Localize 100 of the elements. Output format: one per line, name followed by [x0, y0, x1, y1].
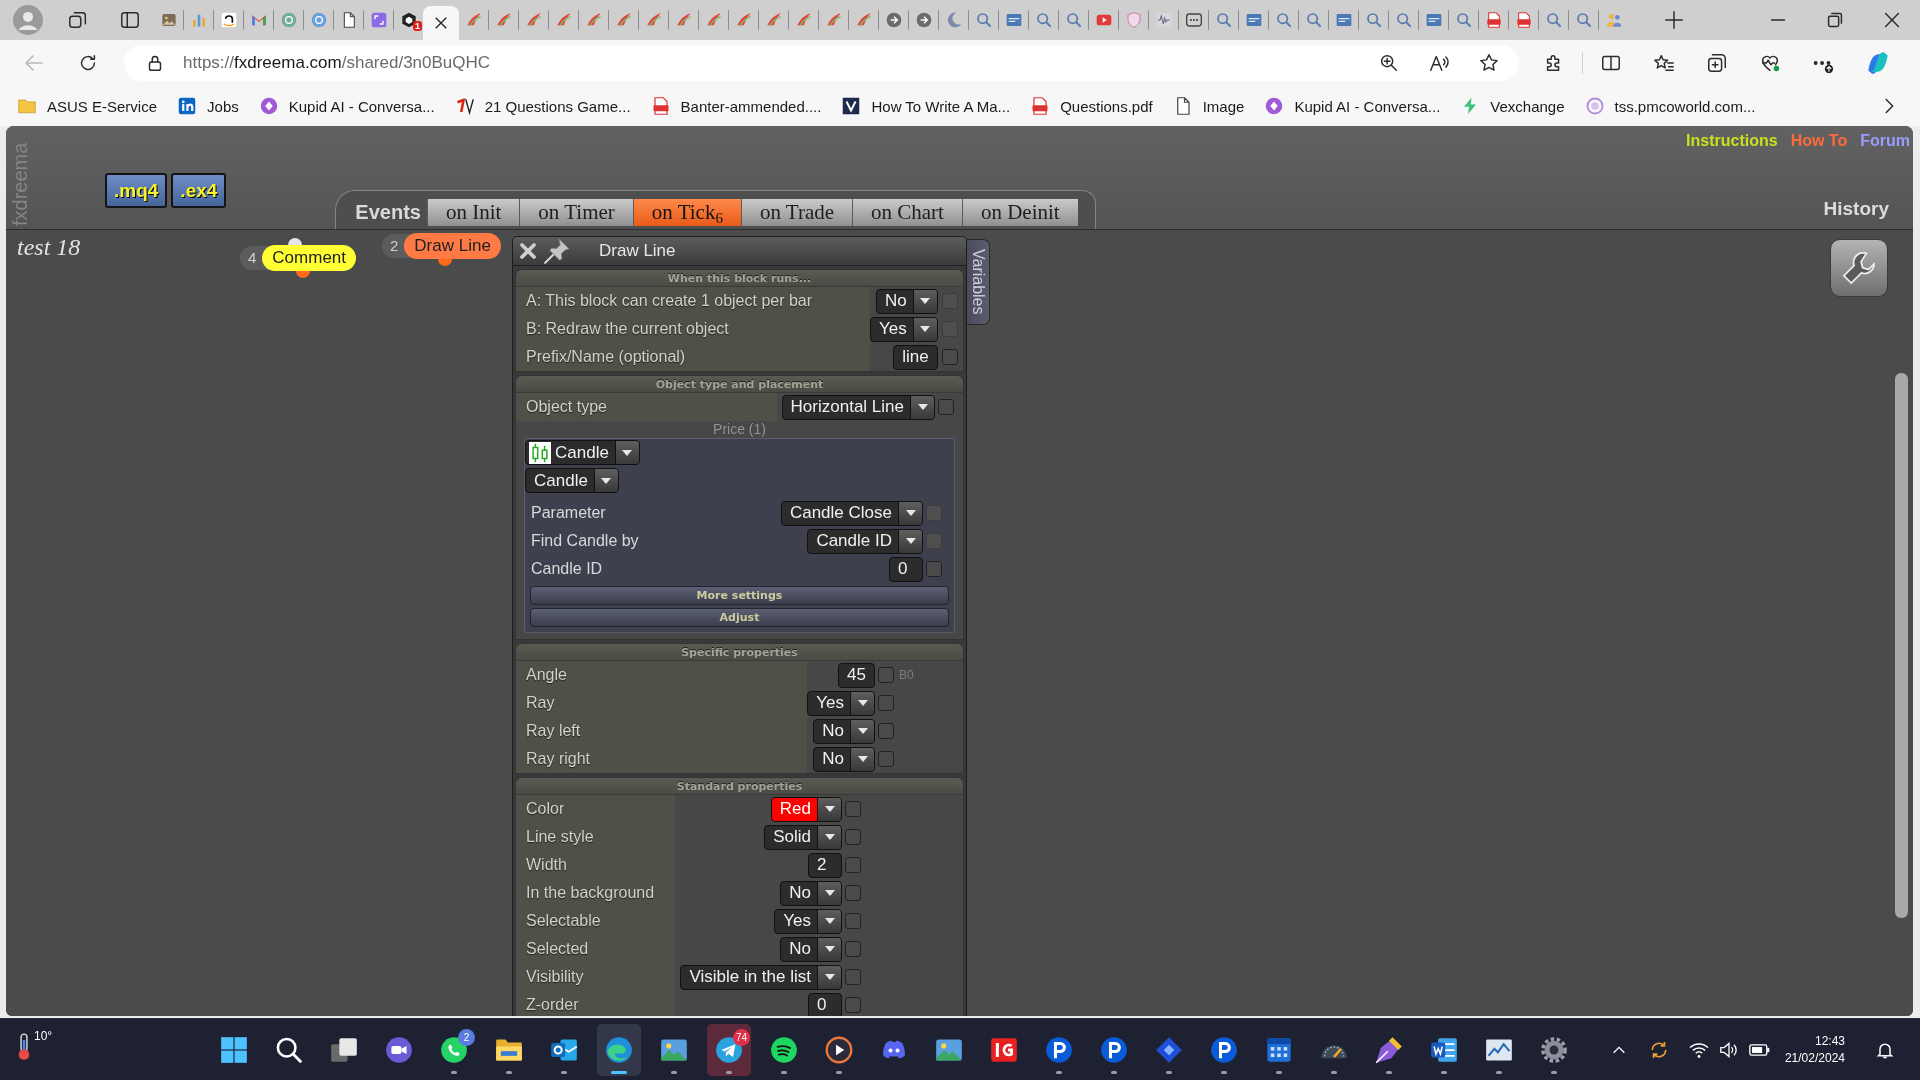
- expand-button[interactable]: Adjust: [530, 608, 949, 627]
- event-tab[interactable]: on Init: [426, 199, 520, 226]
- round-logo-icon[interactable]: [1210, 1035, 1238, 1064]
- clock-time[interactable]: 12:43: [1814, 1032, 1845, 1050]
- bookmark-link[interactable]: Questions.pdf: [1031, 97, 1153, 115]
- checkbox[interactable]: [878, 723, 894, 739]
- tile-logo-icon[interactable]: [990, 1035, 1018, 1064]
- output-connector-icon[interactable]: [296, 270, 310, 278]
- dropdown[interactable]: Yes: [870, 316, 938, 342]
- temperature-label[interactable]: 10°: [34, 1028, 53, 1043]
- bookmark-link[interactable]: ASUS E-Service: [18, 97, 158, 115]
- bookmark-link[interactable]: How To Write A Ma...: [842, 97, 1011, 115]
- text-field[interactable]: 2: [808, 852, 842, 878]
- browser-tab[interactable]: 1: [394, 4, 423, 36]
- bookmark-link[interactable]: Vexchange: [1461, 97, 1565, 115]
- round-logo-icon[interactable]: [1100, 1035, 1128, 1064]
- dropdown[interactable]: Candle Close: [780, 500, 923, 526]
- export-button[interactable]: .ex4: [171, 173, 227, 208]
- checkbox[interactable]: [941, 349, 958, 365]
- bookmark-link[interactable]: Jobs: [178, 97, 239, 115]
- round-logo-icon[interactable]: [1045, 1035, 1073, 1064]
- dropdown[interactable]: Yes: [774, 908, 842, 934]
- diamond-icon[interactable]: [1155, 1035, 1183, 1064]
- document-icon[interactable]: [1430, 1035, 1458, 1064]
- checkbox[interactable]: [845, 801, 861, 817]
- battery-icon[interactable]: [1748, 1041, 1771, 1058]
- flashing-app-tile[interactable]: 74: [707, 1023, 751, 1076]
- text-field[interactable]: 0: [889, 556, 923, 582]
- checkbox[interactable]: [845, 885, 861, 901]
- sparkle-logo-icon[interactable]: [1865, 50, 1891, 76]
- dropdown[interactable]: No: [780, 936, 842, 962]
- checkbox[interactable]: [845, 857, 861, 873]
- event-tab[interactable]: on Chart: [852, 199, 962, 226]
- scrollbar-thumb[interactable]: [1895, 373, 1908, 918]
- star-icon[interactable]: [1478, 52, 1500, 74]
- checkbox[interactable]: [845, 969, 861, 985]
- dropdown[interactable]: No: [876, 288, 938, 314]
- checkbox[interactable]: [845, 941, 861, 957]
- checkbox[interactable]: [926, 561, 942, 577]
- zoom-in-icon[interactable]: [1378, 52, 1400, 74]
- browser-icon[interactable]: [605, 1035, 633, 1064]
- tab-actions-icon[interactable]: [119, 9, 141, 31]
- dropdown[interactable]: No: [813, 718, 875, 744]
- chat-bubble-icon[interactable]: [440, 1035, 468, 1064]
- pen-icon[interactable]: [1375, 1035, 1403, 1064]
- dropdown[interactable]: Candle ID: [807, 528, 923, 554]
- bookmark-link[interactable]: 21 Questions Game...: [455, 97, 631, 115]
- checkbox[interactable]: [878, 667, 894, 683]
- flow-block[interactable]: Draw Line: [404, 233, 501, 259]
- dropdown[interactable]: Red: [770, 796, 842, 822]
- wifi-icon[interactable]: [1688, 1040, 1709, 1059]
- checkbox[interactable]: [845, 997, 861, 1013]
- calendar-icon[interactable]: [1265, 1035, 1293, 1064]
- checkbox[interactable]: [938, 399, 954, 415]
- dropdown[interactable]: Yes: [807, 690, 875, 716]
- pushpin-icon[interactable]: [543, 238, 571, 264]
- tools-button[interactable]: [1830, 239, 1888, 297]
- dropdown[interactable]: Candle: [525, 468, 619, 493]
- bookmark-link[interactable]: Kupid AI - Conversa...: [259, 97, 435, 115]
- dropdown[interactable]: Horizontal Line: [781, 394, 935, 420]
- favorites-list-icon[interactable]: [1653, 52, 1675, 74]
- search-icon[interactable]: [275, 1035, 303, 1064]
- bookmark-link[interactable]: Kupid AI - Conversa...: [1265, 97, 1441, 115]
- text-field[interactable]: 0: [808, 992, 842, 1016]
- dropdown[interactable]: Solid: [764, 824, 842, 850]
- audio-circle-icon[interactable]: [770, 1035, 798, 1064]
- dropdown[interactable]: Candle: [525, 440, 640, 465]
- export-button[interactable]: .mq4: [105, 173, 168, 208]
- checkbox[interactable]: [878, 751, 894, 767]
- event-tab[interactable]: on Deinit: [961, 199, 1078, 226]
- start-icon[interactable]: [220, 1035, 248, 1064]
- close-icon[interactable]: [434, 16, 448, 30]
- event-tab[interactable]: on Tick$_{6}$: [632, 199, 741, 226]
- task-view-icon[interactable]: [330, 1035, 358, 1064]
- clock-date[interactable]: 21/02/2024: [1784, 1049, 1845, 1067]
- play-icon[interactable]: [825, 1035, 853, 1064]
- new-tab-icon[interactable]: [1663, 9, 1685, 31]
- dropdown[interactable]: No: [780, 880, 842, 906]
- expand-button[interactable]: More settings: [530, 586, 949, 605]
- text-field[interactable]: 45: [838, 662, 875, 688]
- volume-icon[interactable]: [1718, 1040, 1739, 1059]
- workspaces-icon[interactable]: [67, 9, 89, 31]
- dropdown[interactable]: Visible in the list: [680, 964, 842, 990]
- event-tab[interactable]: on Trade: [740, 199, 853, 226]
- checkbox[interactable]: [845, 913, 861, 929]
- event-tab[interactable]: on Timer: [519, 199, 633, 226]
- header-link[interactable]: Instructions: [1686, 132, 1778, 150]
- history-label[interactable]: History: [1823, 198, 1889, 220]
- flow-block[interactable]: Comment: [262, 245, 357, 271]
- url-text[interactable]: https://fxdreema.com/shared/3n0BuQHC: [183, 53, 491, 73]
- collections-icon[interactable]: [1706, 52, 1728, 74]
- thermometer-icon[interactable]: [16, 1032, 32, 1061]
- dropdown[interactable]: No: [813, 746, 875, 772]
- text-field[interactable]: line: [893, 344, 938, 370]
- checkbox[interactable]: [845, 829, 861, 845]
- bookmark-link[interactable]: tss.pmcoworld.com...: [1585, 97, 1756, 115]
- active-app-tile[interactable]: [597, 1023, 641, 1076]
- address-bar[interactable]: https://fxdreema.com/shared/3n0BuQHC: [124, 45, 1519, 81]
- bookmark-link[interactable]: Image: [1173, 97, 1245, 115]
- bookmark-link[interactable]: Banter-ammended....: [651, 97, 822, 115]
